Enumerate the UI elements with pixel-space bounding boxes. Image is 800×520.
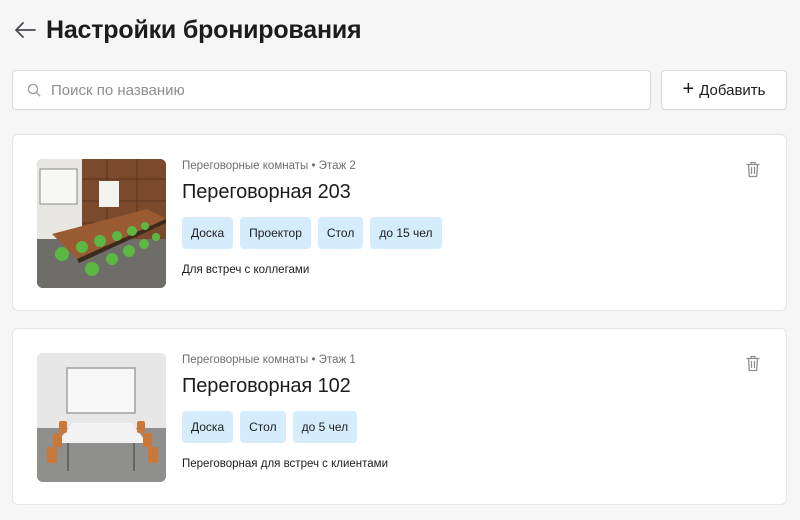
add-button-label: Добавить: [699, 81, 766, 99]
trash-icon: [746, 161, 760, 177]
page-title: Настройки бронирования: [46, 15, 362, 44]
tag-projector: Проектор: [240, 217, 311, 249]
tag-capacity: до 15 чел: [370, 217, 442, 249]
room-description: Для встреч с коллегами: [182, 264, 310, 276]
room-description: Переговорная для встреч с клиентами: [182, 458, 389, 470]
room-info: Переговорные комнаты • Этаж 2 Переговорн…: [182, 159, 449, 278]
page-header: Настройки бронирования: [12, 12, 362, 48]
room-tags: Доска Стол до 5 чел: [182, 411, 388, 443]
search-icon: [27, 83, 41, 97]
plus-icon: +: [682, 78, 695, 100]
room-name: Переговорная 102: [182, 375, 351, 397]
room-photo: [37, 353, 166, 482]
room-card[interactable]: Переговорные комнаты • Этаж 1 Переговорн…: [12, 328, 787, 505]
room-card[interactable]: Переговорные комнаты • Этаж 2 Переговорн…: [12, 134, 787, 311]
room-tags: Доска Проектор Стол до 15 чел: [182, 217, 449, 249]
trash-icon: [746, 355, 760, 371]
delete-button[interactable]: [744, 159, 762, 179]
room-category: Переговорные комнаты • Этаж 2: [182, 160, 356, 172]
room-photo: [37, 159, 166, 288]
tag-table: Стол: [240, 411, 286, 443]
tag-whiteboard: Доска: [182, 217, 234, 249]
room-category: Переговорные комнаты • Этаж 1: [182, 354, 356, 366]
add-button[interactable]: + Добавить: [661, 70, 787, 110]
tag-table: Стол: [317, 217, 364, 249]
search-input[interactable]: [51, 81, 611, 99]
room-name: Переговорная 203: [182, 181, 351, 203]
arrow-left-icon: [15, 22, 36, 38]
room-info: Переговорные комнаты • Этаж 1 Переговорн…: [182, 353, 388, 472]
tag-capacity: до 5 чел: [292, 411, 358, 443]
back-button[interactable]: [12, 17, 38, 43]
tag-whiteboard: Доска: [182, 411, 234, 443]
search-box[interactable]: [12, 70, 651, 110]
toolbar: + Добавить: [12, 70, 788, 110]
delete-button[interactable]: [744, 353, 762, 373]
